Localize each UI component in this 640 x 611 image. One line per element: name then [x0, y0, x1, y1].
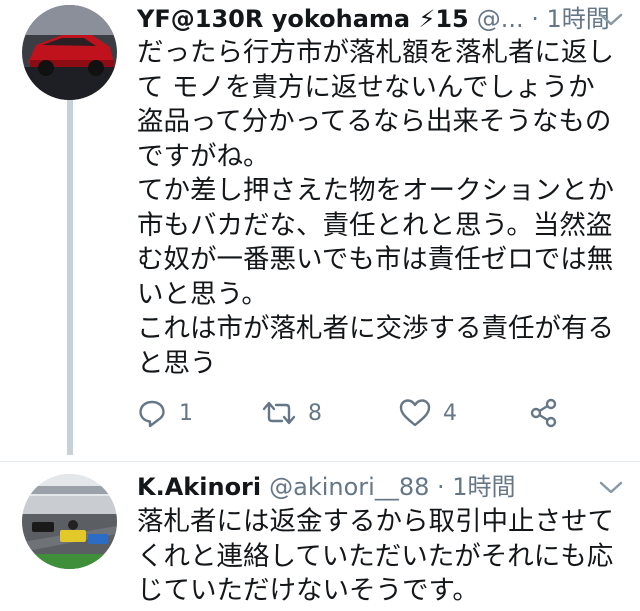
retweet-button[interactable]: 8: [262, 398, 322, 428]
share-button[interactable]: [529, 398, 559, 428]
reply-icon: [139, 400, 165, 428]
tweet-divider: [0, 461, 640, 462]
display-name[interactable]: K.Akinori: [137, 472, 261, 502]
tweet-header: K.Akinori @akinori__88 · 1時間: [137, 472, 516, 502]
avatar-car[interactable]: [22, 5, 117, 100]
tweet-actions: 1 8 4: [137, 398, 607, 432]
like-button[interactable]: 4: [399, 398, 457, 428]
display-name[interactable]: YF@130R yokohama ⚡15: [137, 4, 469, 34]
tweet-header: YF@130R yokohama ⚡15 @... · 1時間: [137, 4, 610, 34]
like-count: 4: [443, 400, 457, 426]
tweet-text: 落札者には返金するから取引中止させてくれと連絡していただいたがそれにも応じていた…: [137, 506, 614, 606]
share-icon: [530, 398, 557, 428]
chevron-down-icon[interactable]: [598, 12, 624, 28]
heart-icon: [399, 399, 431, 427]
reply-button[interactable]: 1: [137, 398, 193, 428]
handle-and-timestamp[interactable]: @akinori__88 · 1時間: [269, 472, 515, 502]
thread-connector-line: [67, 100, 73, 455]
handle-and-timestamp[interactable]: @... · 1時間: [477, 4, 610, 34]
avatar-kart-race[interactable]: [22, 474, 117, 569]
chevron-down-icon[interactable]: [598, 480, 624, 496]
tweet-text: だったら行方市が落札額を落札者に返して モノを貴方に返せないんでしょうか 盗品っ…: [137, 37, 614, 379]
retweet-icon: [262, 401, 296, 425]
retweet-count: 8: [308, 400, 322, 426]
reply-count: 1: [179, 400, 193, 426]
